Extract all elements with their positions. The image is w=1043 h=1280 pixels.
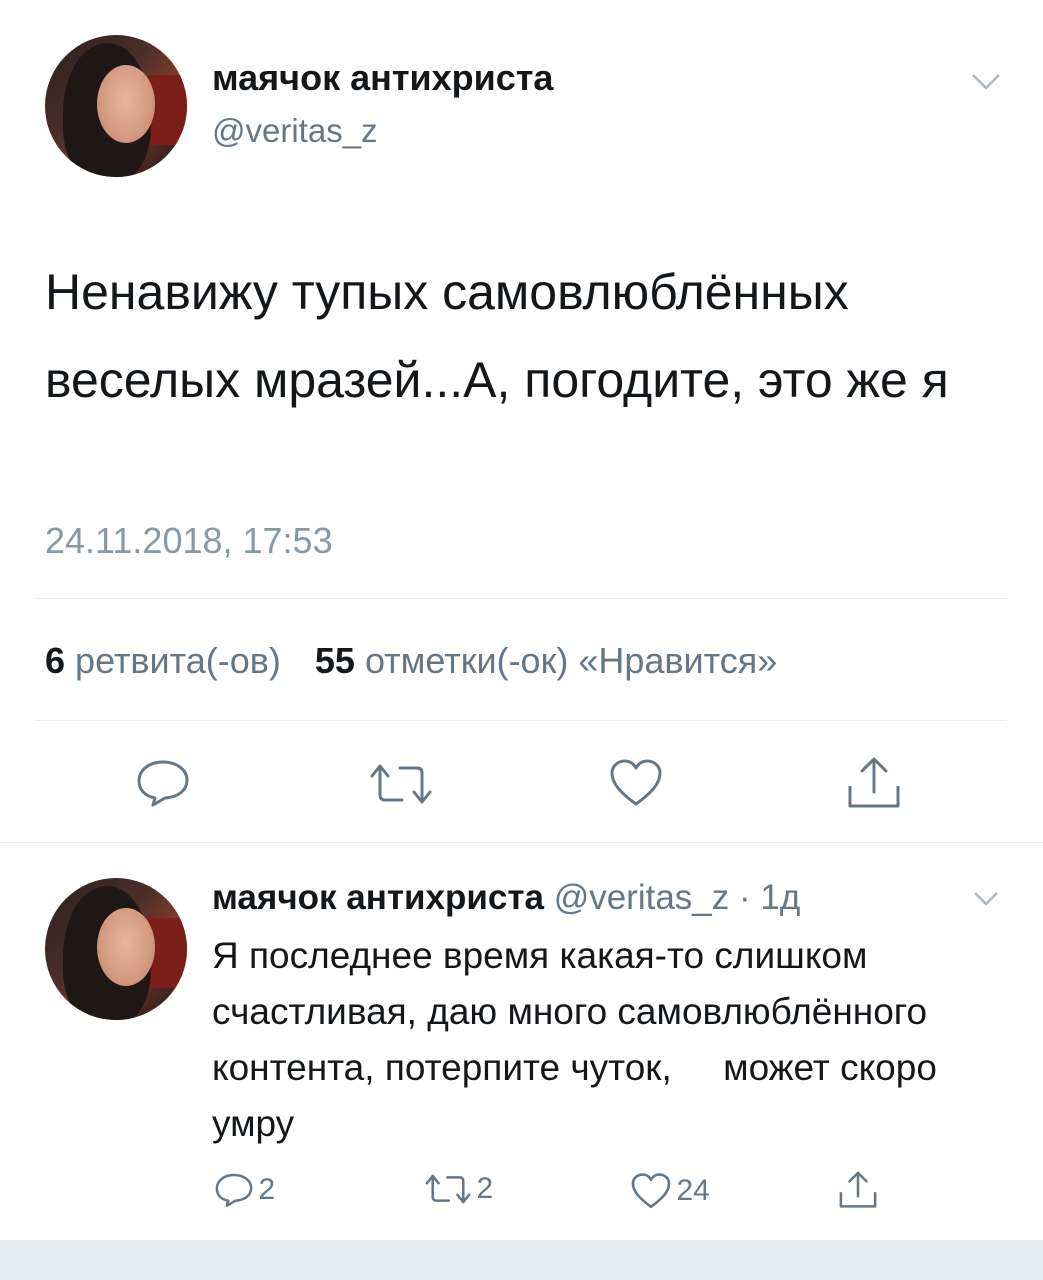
retweet-icon[interactable] [368,762,434,806]
author-name[interactable]: маячок антихриста [212,878,544,917]
reply-icon[interactable] [135,758,191,808]
avatar[interactable] [45,878,187,1020]
author-name[interactable]: маячок антихриста [212,58,553,98]
divider [35,720,1007,721]
chevron-down-icon[interactable] [972,890,1000,908]
tweet-timestamp[interactable]: 24.11.2018, 17:53 [45,520,333,562]
retweet-icon [424,1173,472,1205]
like-icon [630,1172,672,1210]
like-count: 24 [676,1174,710,1207]
like-icon[interactable] [608,758,664,808]
avatar-face [97,908,155,986]
reply-icon [214,1172,254,1208]
reply-time[interactable]: · 1д [739,878,800,917]
author-handle[interactable]: @veritas_z [212,112,378,150]
divider [0,842,1043,843]
share-icon [838,1170,878,1210]
retweet-count: 2 [476,1172,494,1205]
like-stat[interactable]: 55 отметки(-ок) «Нравится» [315,640,777,681]
reply-action-share[interactable] [838,1170,878,1215]
chevron-down-icon[interactable] [970,72,1002,92]
retweet-stat[interactable]: 6 ретвита(-ов) [45,640,291,681]
avatar[interactable] [45,35,187,177]
avatar-face [97,65,155,143]
retweet-count: 6 [45,640,66,681]
like-count: 55 [314,640,355,681]
divider [35,598,1007,599]
tweet-stats: 6 ретвита(-ов) 55 отметки(-ок) «Нравится… [45,640,777,682]
reply-text: Я последнее время какая-то слишком счаст… [212,935,948,1144]
author-handle[interactable]: @veritas_z [554,878,730,917]
tweet-text: Ненавижу тупых самовлюблённых веселых мр… [45,264,949,408]
reply-action-retweet[interactable]: 2 [424,1172,493,1212]
retweet-label: ретвита(-ов) [75,640,281,681]
reply-header: маячок антихриста @veritas_z · 1д [212,878,800,918]
reply-count: 2 [258,1173,276,1206]
reply-action-like[interactable]: 24 [630,1172,710,1212]
share-icon[interactable] [846,756,902,810]
reply-action-reply[interactable]: 2 [214,1172,275,1212]
bottom-bar [0,1240,1043,1280]
like-label: отметки(-ок) «Нравится» [364,640,778,681]
